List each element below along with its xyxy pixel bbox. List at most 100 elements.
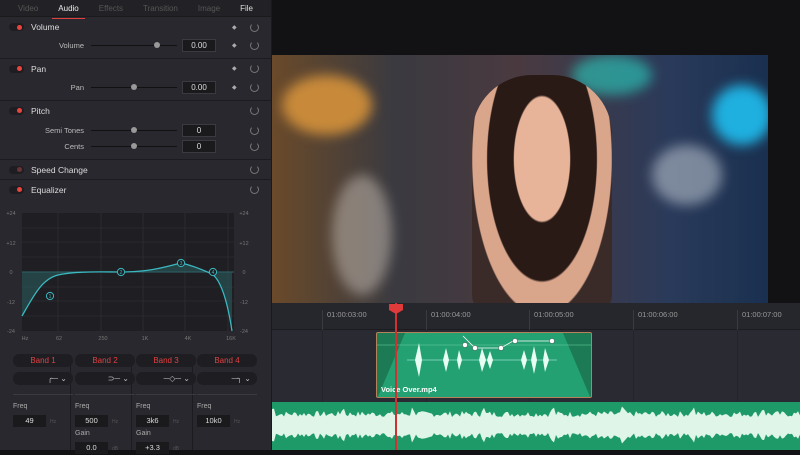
playhead[interactable]: [395, 303, 397, 450]
band-4-shape-dropdown[interactable]: ─╮ ⌄: [197, 372, 257, 385]
low-cut-icon: ╭─: [47, 374, 59, 383]
voice-over-clip[interactable]: Voice Over.mp4: [376, 332, 592, 398]
tab-effects[interactable]: Effects: [93, 1, 129, 16]
volume-title: Volume: [31, 22, 60, 32]
tab-video[interactable]: Video: [12, 1, 44, 16]
x-tick: 62: [56, 336, 62, 342]
reset-icon[interactable]: [250, 22, 259, 32]
keyframe-icon[interactable]: ◆: [232, 84, 237, 91]
speed-title: Speed Change: [31, 164, 88, 175]
x-tick: 250: [98, 336, 107, 342]
eq-node-1[interactable]: 1: [45, 291, 55, 301]
band-2-button[interactable]: Band 2: [75, 354, 135, 367]
keyframe-icon[interactable]: ◆: [232, 24, 237, 31]
reset-icon[interactable]: [250, 165, 259, 174]
band-4-button[interactable]: Band 4: [197, 354, 257, 367]
semitones-param: Semi Tones 0: [0, 122, 272, 138]
band-1-shape-dropdown[interactable]: ╭─ ⌄: [13, 372, 73, 385]
reset-icon[interactable]: [250, 141, 259, 151]
freq-label: Freq: [136, 403, 151, 410]
unit: Hz: [112, 419, 119, 425]
slider-knob[interactable]: [131, 84, 137, 90]
reset-icon[interactable]: [250, 64, 259, 73]
reset-icon[interactable]: [250, 185, 259, 194]
tab-image[interactable]: Image: [192, 1, 226, 16]
band-2: Band 2 ⊃─ ⌄ Freq 500 Hz Gain 0.0 dB: [75, 354, 135, 455]
band-4-freq[interactable]: 10k0: [197, 415, 230, 427]
keyframe-point[interactable]: [549, 338, 555, 344]
band-2-gain[interactable]: 0.0: [75, 442, 108, 454]
volume-label: Volume: [58, 40, 84, 50]
band-1-button[interactable]: Band 1: [13, 354, 73, 367]
tab-file[interactable]: File: [234, 1, 259, 16]
pitch-toggle[interactable]: [9, 106, 24, 115]
pan-slider[interactable]: [91, 84, 177, 90]
music-track-clip[interactable]: [272, 402, 800, 450]
eq-node-3[interactable]: 3: [176, 258, 186, 268]
semitones-slider[interactable]: [91, 127, 177, 133]
pan-value[interactable]: 0.00: [182, 80, 216, 94]
low-shelf-icon: ⊃─: [107, 374, 121, 383]
timecode: 01:00:06:00: [633, 310, 678, 330]
clip-name: Voice Over.mp4: [381, 385, 437, 394]
video-viewer[interactable]: [272, 55, 768, 303]
cents-label: Cents: [64, 141, 84, 151]
tab-transition[interactable]: Transition: [137, 1, 184, 16]
volume-value[interactable]: 0.00: [182, 38, 216, 52]
gain-label: Gain: [75, 430, 90, 437]
band-1: Band 1 ╭─ ⌄ Freq 49 Hz: [13, 354, 73, 428]
cents-slider[interactable]: [91, 143, 177, 149]
reset-icon[interactable]: [250, 82, 259, 92]
reset-icon[interactable]: [250, 106, 259, 115]
band-3-gain[interactable]: +3.3: [136, 442, 169, 454]
band-3-button[interactable]: Band 3: [136, 354, 196, 367]
keyframe-icon[interactable]: ◆: [232, 65, 237, 72]
band-4: Band 4 ─╮ ⌄ Freq 10k0 Hz: [197, 354, 257, 428]
inspector-tabs: Video Audio Effects Transition Image Fil…: [0, 0, 271, 19]
tab-audio[interactable]: Audio: [52, 1, 86, 19]
band-3-shape-dropdown[interactable]: ─◇─ ⌄: [136, 372, 196, 385]
pan-toggle[interactable]: [9, 64, 24, 73]
keyframe-point[interactable]: [472, 345, 478, 351]
band-2-shape-dropdown[interactable]: ⊃─ ⌄: [75, 372, 135, 385]
keyframe-point[interactable]: [462, 342, 468, 348]
pitch-section: Pitch: [0, 100, 272, 120]
timeline-ruler[interactable]: 01:00:03:00 01:00:04:00 01:00:05:00 01:0…: [272, 303, 800, 330]
equalizer-section: Equalizer: [0, 179, 272, 199]
reset-icon[interactable]: [250, 125, 259, 135]
eq-node-2[interactable]: 2: [116, 267, 126, 277]
y-tick: +12: [6, 241, 15, 247]
volume-section: Volume ◆: [0, 17, 272, 37]
eq-graph[interactable]: 1 2 3 4 +24 +12 0 -12 -24 +24 +12 0 -12 -24 Hz 62…: [0, 205, 272, 345]
unit: Hz: [50, 419, 57, 425]
keyframe-point[interactable]: [498, 345, 504, 351]
reset-icon[interactable]: [250, 40, 259, 50]
eq-node-4[interactable]: 4: [208, 267, 218, 277]
band-3-freq[interactable]: 3k6: [136, 415, 169, 427]
pan-label: Pan: [70, 82, 84, 92]
volume-toggle[interactable]: [9, 23, 24, 31]
volume-param: Volume 0.00 ◆: [0, 37, 272, 53]
chevron-down-icon: ⌄: [60, 374, 67, 383]
volume-slider[interactable]: [91, 42, 177, 48]
band-3: Band 3 ─◇─ ⌄ Freq 3k6 Hz Gain +3.3 dB: [136, 354, 196, 455]
slider-knob[interactable]: [131, 127, 137, 133]
equalizer-toggle[interactable]: [9, 185, 24, 194]
keyframe-point[interactable]: [512, 338, 518, 344]
svg-text:2: 2: [120, 270, 123, 276]
semitones-value[interactable]: 0: [182, 123, 216, 137]
freq-label: Freq: [75, 403, 90, 410]
chevron-down-icon: ⌄: [122, 374, 129, 383]
pan-param: Pan 0.00 ◆: [0, 79, 272, 95]
band-2-freq[interactable]: 500: [75, 415, 108, 427]
person-in-video: [472, 75, 612, 303]
timeline[interactable]: 01:00:03:00 01:00:04:00 01:00:05:00 01:0…: [272, 303, 800, 450]
band-1-freq[interactable]: 49: [13, 415, 46, 427]
cents-value[interactable]: 0: [182, 139, 216, 153]
keyframe-icon[interactable]: ◆: [232, 42, 237, 49]
slider-knob[interactable]: [154, 42, 160, 48]
slider-knob[interactable]: [131, 143, 137, 149]
unit: Hz: [173, 419, 180, 425]
speed-toggle[interactable]: [9, 165, 24, 174]
y-tick: +24: [239, 211, 248, 217]
